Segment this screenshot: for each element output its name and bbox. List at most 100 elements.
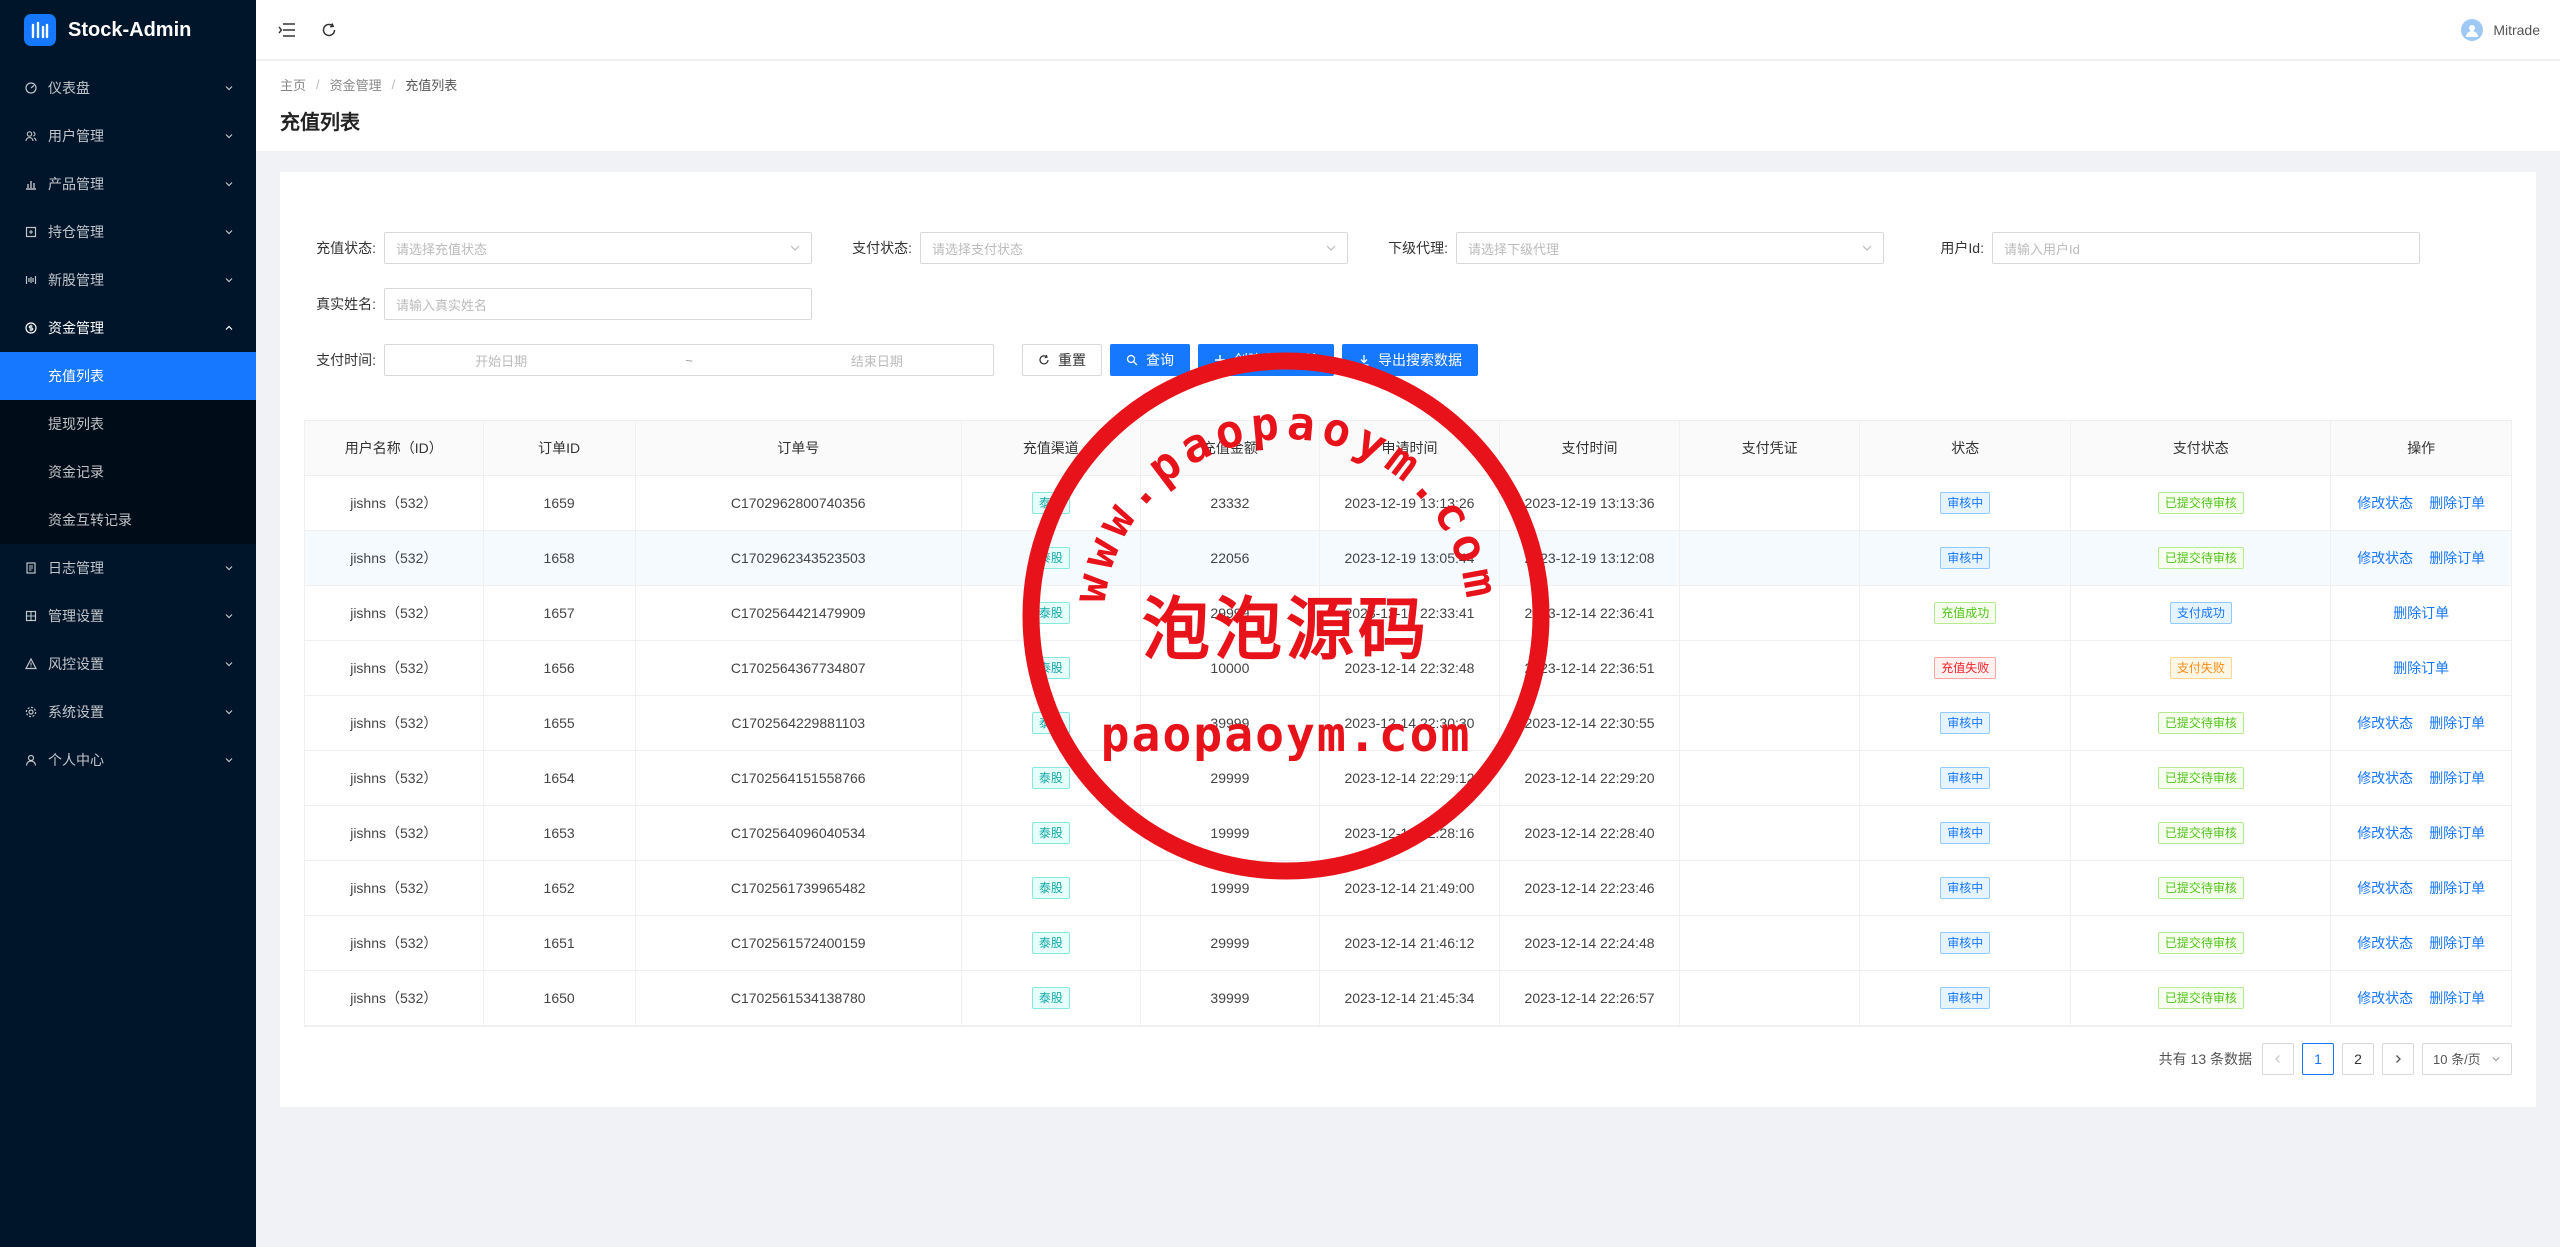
user-name-cell: jishns（532）	[305, 860, 484, 916]
delete-order-link[interactable]: 删除订单	[2429, 495, 2485, 511]
delete-order-link[interactable]: 删除订单	[2429, 990, 2485, 1006]
app-title: Stock-Admin	[68, 18, 192, 41]
channel-tag: 泰股	[1031, 931, 1070, 954]
delete-order-link[interactable]: 删除订单	[2429, 715, 2485, 731]
delete-order-link[interactable]: 删除订单	[2393, 605, 2449, 621]
brand[interactable]: Stock-Admin	[0, 0, 256, 60]
export-button[interactable]: 导出搜索数据	[1342, 344, 1478, 376]
edit-status-link[interactable]: 修改状态	[2357, 495, 2413, 511]
status-badge: 审核中	[1940, 766, 1991, 789]
recharge-status-select[interactable]: 请选择充值状态	[384, 232, 812, 264]
sidebar-item-2[interactable]: 产品管理	[0, 160, 256, 208]
channel-cell: 泰股	[961, 640, 1141, 696]
search-button[interactable]: 查询	[1110, 344, 1190, 376]
edit-status-link[interactable]: 修改状态	[2357, 550, 2413, 566]
sidebar-subitem-3[interactable]: 资金互转记录	[0, 496, 256, 544]
column-header: 订单号	[635, 421, 962, 476]
status-cell: 审核中	[1859, 805, 2072, 861]
sidebar-item-0[interactable]: 仪表盘	[0, 64, 256, 112]
download-icon	[1358, 354, 1370, 366]
sidebar-subitem-0[interactable]: 充值列表	[0, 352, 256, 400]
order-id-cell: 1650	[483, 970, 636, 1026]
actions-cell: 删除订单	[2330, 640, 2511, 696]
menu-fold-icon[interactable]	[276, 19, 298, 41]
breadcrumb-parent[interactable]: 资金管理	[330, 75, 382, 94]
start-date-input[interactable]: 开始日期	[475, 351, 527, 370]
pay-status-badge: 已提交待审核	[2157, 931, 2244, 954]
delete-order-link[interactable]: 删除订单	[2429, 880, 2485, 896]
user-name-cell: jishns（532）	[305, 475, 484, 531]
real-name-input[interactable]: 请输入真实姓名	[384, 288, 812, 320]
sidebar-item-label: 仪表盘	[48, 80, 90, 96]
edit-status-link[interactable]: 修改状态	[2357, 880, 2413, 896]
search-icon	[1126, 354, 1138, 366]
filter-row-2: 真实姓名: 请输入真实姓名	[304, 276, 2512, 332]
page-size-select[interactable]: 10 条/页	[2422, 1042, 2512, 1075]
breadcrumb-current: 充值列表	[405, 78, 458, 93]
sidebar-item-6[interactable]: 日志管理	[0, 544, 256, 592]
search-label: 查询	[1146, 352, 1174, 368]
create-order-button[interactable]: 创建充值订单	[1198, 344, 1334, 376]
sidebar-item-10[interactable]: 个人中心	[0, 736, 256, 784]
amount-cell: 22056	[1140, 530, 1320, 586]
edit-status-link[interactable]: 修改状态	[2357, 935, 2413, 951]
chevron-down-icon	[1861, 242, 1873, 257]
sidebar-item-3[interactable]: 持仓管理	[0, 208, 256, 256]
table-row: jishns（532） 1651 C1702561572400159 泰股 29999 2…	[305, 915, 2511, 971]
sidebar-item-5[interactable]: 资金管理	[0, 304, 256, 352]
pay-status-cell: 已提交待审核	[2070, 970, 2332, 1026]
sidebar-item-9[interactable]: 系统设置	[0, 688, 256, 736]
page-button[interactable]: 1	[2302, 1042, 2334, 1075]
edit-status-link[interactable]: 修改状态	[2357, 770, 2413, 786]
pay-status-select[interactable]: 请选择支付状态	[920, 232, 1348, 264]
breadcrumb-home[interactable]: 主页	[280, 75, 306, 94]
pay-time-cell: 2023-12-14 22:30:55	[1499, 695, 1681, 751]
agent-select[interactable]: 请选择下级代理	[1456, 232, 1884, 264]
next-page-button[interactable]	[2382, 1042, 2414, 1075]
user-menu[interactable]: Mitrade	[2461, 18, 2540, 41]
page-button[interactable]: 2	[2342, 1042, 2374, 1075]
apply-time-cell: 2023-12-19 13:05:44	[1319, 530, 1501, 586]
prev-page-button[interactable]	[2262, 1042, 2294, 1075]
sidebar-subitem-2[interactable]: 资金记录	[0, 448, 256, 496]
sidebar-subitem-1[interactable]: 提现列表	[0, 400, 256, 448]
sidebar-item-4[interactable]: 新股管理	[0, 256, 256, 304]
sidebar-item-8[interactable]: 风控设置	[0, 640, 256, 688]
refresh-icon[interactable]	[318, 19, 340, 41]
breadcrumb-separator: /	[391, 77, 396, 92]
pay-time-range[interactable]: 开始日期 ~ 结束日期	[384, 344, 994, 376]
voucher-cell	[1679, 915, 1861, 971]
sidebar: Stock-Admin 仪表盘用户管理 产品管理 持仓管理 新股管理 资金管理 充值列表提…	[0, 0, 256, 1247]
users-icon	[24, 129, 38, 143]
recharge-table: 用户名称（ID） 订单ID 订单号 充值渠道 充值金额 申请时间 支付时间 支付凭证 状态 支付状…	[304, 420, 2512, 1027]
chevron-down-icon	[222, 225, 236, 239]
dashboard-icon	[24, 81, 38, 95]
amount-cell: 19999	[1140, 805, 1320, 861]
user-name-cell: jishns（532）	[305, 530, 484, 586]
edit-status-link[interactable]: 修改状态	[2357, 715, 2413, 731]
reset-button[interactable]: 重置	[1022, 344, 1102, 376]
user-id-input[interactable]: 请输入用户Id	[1992, 232, 2420, 264]
actions-cell: 修改状态 删除订单	[2330, 530, 2511, 586]
recharge-status-field: 充值状态: 请选择充值状态	[304, 232, 812, 264]
end-date-input[interactable]: 结束日期	[851, 351, 903, 370]
warning-icon	[24, 657, 38, 671]
channel-cell: 泰股	[961, 860, 1141, 916]
channel-tag: 泰股	[1031, 821, 1070, 844]
delete-order-link[interactable]: 删除订单	[2429, 770, 2485, 786]
user-name-cell: jishns（532）	[305, 915, 484, 971]
delete-order-link[interactable]: 删除订单	[2429, 825, 2485, 841]
pay-status-badge: 支付成功	[2169, 601, 2232, 624]
sidebar-item-1[interactable]: 用户管理	[0, 112, 256, 160]
delete-order-link[interactable]: 删除订单	[2429, 550, 2485, 566]
edit-status-link[interactable]: 修改状态	[2357, 990, 2413, 1006]
channel-cell: 泰股	[961, 805, 1141, 861]
delete-order-link[interactable]: 删除订单	[2429, 935, 2485, 951]
actions-cell: 删除订单	[2330, 585, 2511, 641]
sidebar-item-label: 管理设置	[48, 608, 104, 624]
apply-time-cell: 2023-12-14 22:29:12	[1319, 750, 1501, 806]
delete-order-link[interactable]: 删除订单	[2393, 660, 2449, 676]
sidebar-item-7[interactable]: 管理设置	[0, 592, 256, 640]
edit-status-link[interactable]: 修改状态	[2357, 825, 2413, 841]
column-header: 操作	[2330, 421, 2511, 476]
